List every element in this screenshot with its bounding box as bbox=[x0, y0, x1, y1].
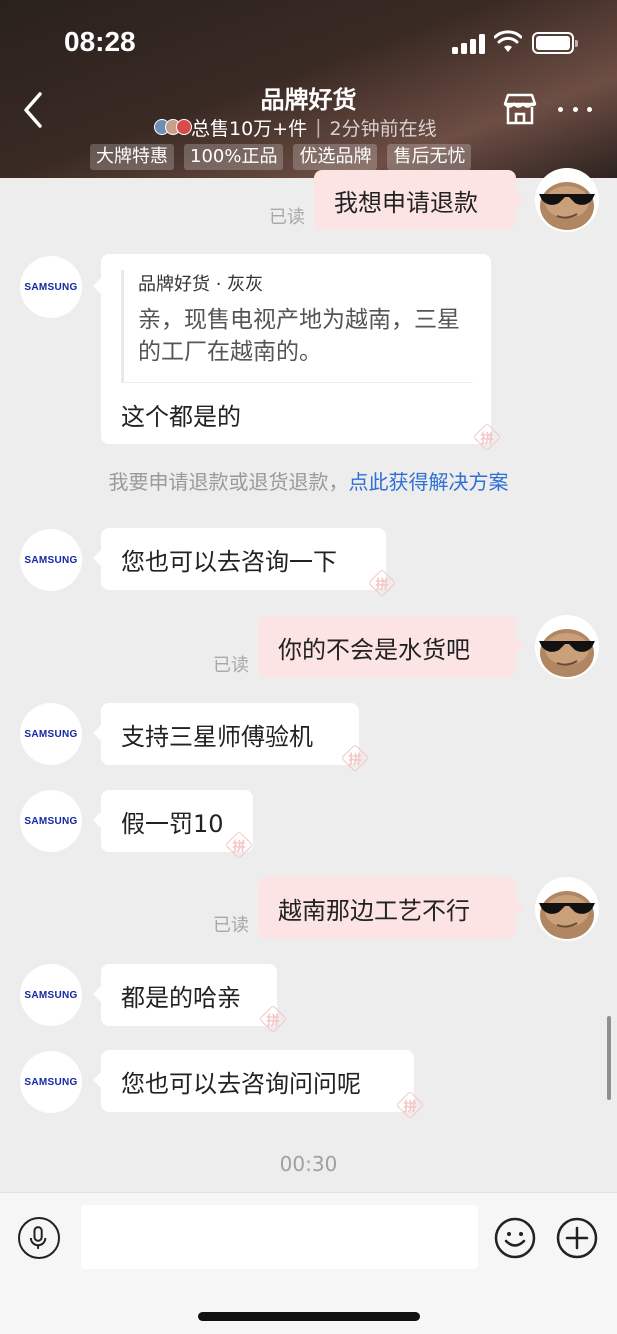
samsung-logo: SAMSUNG bbox=[24, 728, 78, 740]
message-bubble-outgoing[interactable]: 我想申请退款 bbox=[314, 170, 524, 230]
pdd-badge-icon: 拼 bbox=[400, 1094, 420, 1116]
add-attachment-icon[interactable] bbox=[556, 1217, 598, 1259]
status-bar: 08:28 bbox=[0, 22, 617, 62]
status-time: 08:28 bbox=[64, 26, 136, 57]
chat-header: 08:28 品牌好货 总售10万+件 | 2分钟前在线 大牌特惠 100%正品 … bbox=[0, 0, 617, 178]
shop-avatar[interactable]: SAMSUNG bbox=[20, 964, 82, 1026]
message-bubble-outgoing[interactable]: 你的不会是水货吧 bbox=[258, 616, 524, 678]
shop-avatar[interactable]: SAMSUNG bbox=[20, 790, 82, 852]
shop-avatar[interactable]: SAMSUNG bbox=[20, 703, 82, 765]
read-receipt: 已读 bbox=[213, 655, 249, 676]
samsung-logo: SAMSUNG bbox=[24, 989, 78, 1001]
chat-timestamp: 00:30 bbox=[279, 1152, 338, 1176]
quote-author: 品牌好货 · 灰灰 bbox=[138, 274, 264, 295]
user-avatar[interactable] bbox=[535, 168, 599, 232]
tag-item: 100%正品 bbox=[184, 144, 284, 170]
quote-divider bbox=[121, 382, 473, 383]
message-bubble-outgoing[interactable]: 越南那边工艺不行 bbox=[258, 877, 524, 939]
pdd-badge-icon: 拼 bbox=[477, 426, 497, 448]
pdd-badge-icon: 拼 bbox=[263, 1008, 283, 1030]
tag-item: 优选品牌 bbox=[293, 144, 378, 170]
message-text: 您也可以去咨询一下 bbox=[121, 547, 337, 576]
message-text: 假一罚10 bbox=[121, 809, 224, 838]
quoted-reply-bubble[interactable]: 品牌好货 · 灰灰 亲，现售电视产地为越南，三星的工厂在越南的。 这个都是的 拼 bbox=[93, 254, 494, 447]
shop-avatar[interactable]: SAMSUNG bbox=[20, 529, 82, 591]
battery-icon bbox=[532, 32, 578, 54]
samsung-logo: SAMSUNG bbox=[24, 815, 78, 827]
wifi-icon bbox=[494, 30, 522, 52]
emoji-icon[interactable] bbox=[494, 1217, 536, 1259]
read-receipt: 已读 bbox=[269, 207, 305, 228]
message-input[interactable] bbox=[81, 1205, 478, 1269]
shop-tags: 大牌特惠 100%正品 优选品牌 售后无忧 bbox=[90, 144, 472, 170]
message-bubble-incoming[interactable]: 您也可以去咨询问问呢 拼 bbox=[93, 1050, 417, 1115]
cellular-signal-icon bbox=[452, 34, 486, 54]
message-bubble-incoming[interactable]: 支持三星师傅验机 拼 bbox=[93, 703, 362, 768]
quoted-message: 品牌好货 · 灰灰 亲，现售电视产地为越南，三星的工厂在越南的。 bbox=[121, 270, 473, 382]
buyer-avatars bbox=[154, 119, 192, 135]
read-receipt: 已读 bbox=[213, 915, 249, 936]
samsung-logo: SAMSUNG bbox=[24, 281, 78, 293]
online-status: 2分钟前在线 bbox=[329, 117, 437, 140]
voice-input-icon[interactable] bbox=[18, 1217, 60, 1259]
message-text: 您也可以去咨询问问呢 bbox=[121, 1069, 361, 1098]
shop-avatar[interactable]: SAMSUNG bbox=[20, 256, 82, 318]
scrollbar[interactable] bbox=[607, 1016, 611, 1100]
user-avatar[interactable] bbox=[535, 877, 599, 941]
message-text: 支持三星师傅验机 bbox=[121, 722, 313, 751]
message-bubble-incoming[interactable]: 都是的哈亲 拼 bbox=[93, 964, 280, 1029]
samsung-logo: SAMSUNG bbox=[24, 1076, 78, 1088]
message-bubble-incoming[interactable]: 您也可以去咨询一下 拼 bbox=[93, 528, 389, 593]
user-avatar[interactable] bbox=[535, 615, 599, 679]
pdd-badge-icon: 拼 bbox=[372, 572, 392, 594]
notice-text: 我要申请退款或退货退款， bbox=[108, 470, 349, 494]
store-icon[interactable] bbox=[502, 92, 538, 126]
pdd-badge-icon: 拼 bbox=[229, 834, 249, 856]
message-text: 都是的哈亲 bbox=[121, 983, 241, 1012]
shop-subtitle: 总售10万+件 | 2分钟前在线 bbox=[154, 114, 437, 140]
home-indicator bbox=[198, 1312, 420, 1321]
message-text: 你的不会是水货吧 bbox=[278, 635, 470, 664]
pdd-badge-icon: 拼 bbox=[345, 747, 365, 769]
message-bubble-incoming[interactable]: 假一罚10 拼 bbox=[93, 790, 253, 855]
subtitle-divider: | bbox=[315, 116, 322, 138]
more-options-icon[interactable] bbox=[558, 104, 592, 114]
message-text: 这个都是的 bbox=[121, 403, 241, 431]
message-text: 越南那边工艺不行 bbox=[278, 896, 470, 925]
tag-item: 售后无忧 bbox=[387, 144, 472, 170]
tag-item: 大牌特惠 bbox=[90, 144, 174, 170]
message-text: 我想申请退款 bbox=[334, 188, 478, 217]
system-notice: 我要申请退款或退货退款，点此获得解决方案 bbox=[0, 466, 617, 495]
solution-link[interactable]: 点此获得解决方案 bbox=[349, 470, 509, 494]
quote-text: 亲，现售电视产地为越南，三星的工厂在越南的。 bbox=[138, 307, 460, 365]
sales-count: 总售10万+件 bbox=[191, 117, 308, 140]
shop-avatar[interactable]: SAMSUNG bbox=[20, 1051, 82, 1113]
samsung-logo: SAMSUNG bbox=[24, 554, 78, 566]
